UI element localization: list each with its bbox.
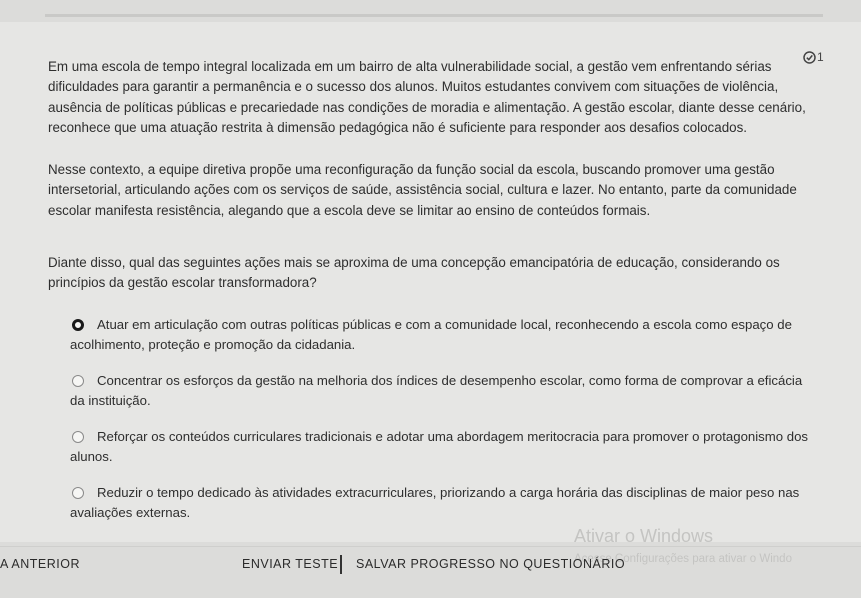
question-paragraph-2: Nesse contexto, a equipe diretiva propõe…: [48, 162, 797, 218]
answer-option-text: Concentrar os esforços da gestão na melh…: [70, 373, 803, 408]
answer-option-2[interactable]: Concentrar os esforços da gestão na melh…: [70, 371, 820, 410]
footer-separator: [340, 555, 342, 574]
top-divider: [45, 14, 823, 17]
radio-icon[interactable]: [72, 375, 84, 387]
footer-divider: [0, 546, 861, 547]
radio-selected-icon[interactable]: [72, 319, 84, 331]
answer-options: Atuar em articulação com outras política…: [70, 315, 820, 539]
previous-button[interactable]: A ANTERIOR: [0, 557, 80, 571]
answer-option-text: Reduzir o tempo dedicado às atividades e…: [70, 485, 800, 520]
question-prompt: Diante disso, qual das seguintes ações m…: [48, 255, 780, 291]
radio-icon[interactable]: [72, 431, 84, 443]
submit-test-button[interactable]: ENVIAR TESTE: [242, 557, 338, 571]
answer-option-text: Reforçar os conteúdos curriculares tradi…: [70, 429, 809, 464]
question-paragraph-1: Em uma escola de tempo integral localiza…: [48, 59, 806, 135]
answer-option-1[interactable]: Atuar em articulação com outras política…: [70, 315, 820, 354]
answered-count: 1: [817, 50, 824, 64]
answer-option-4[interactable]: Reduzir o tempo dedicado às atividades e…: [70, 483, 820, 522]
answer-option-text: Atuar em articulação com outras política…: [70, 317, 792, 352]
answer-option-3[interactable]: Reforçar os conteúdos curriculares tradi…: [70, 427, 820, 466]
save-progress-button[interactable]: SALVAR PROGRESSO NO QUESTIONÁRIO: [356, 557, 625, 571]
windows-activation-watermark-title: Ativar o Windows: [574, 526, 714, 546]
radio-icon[interactable]: [72, 487, 84, 499]
